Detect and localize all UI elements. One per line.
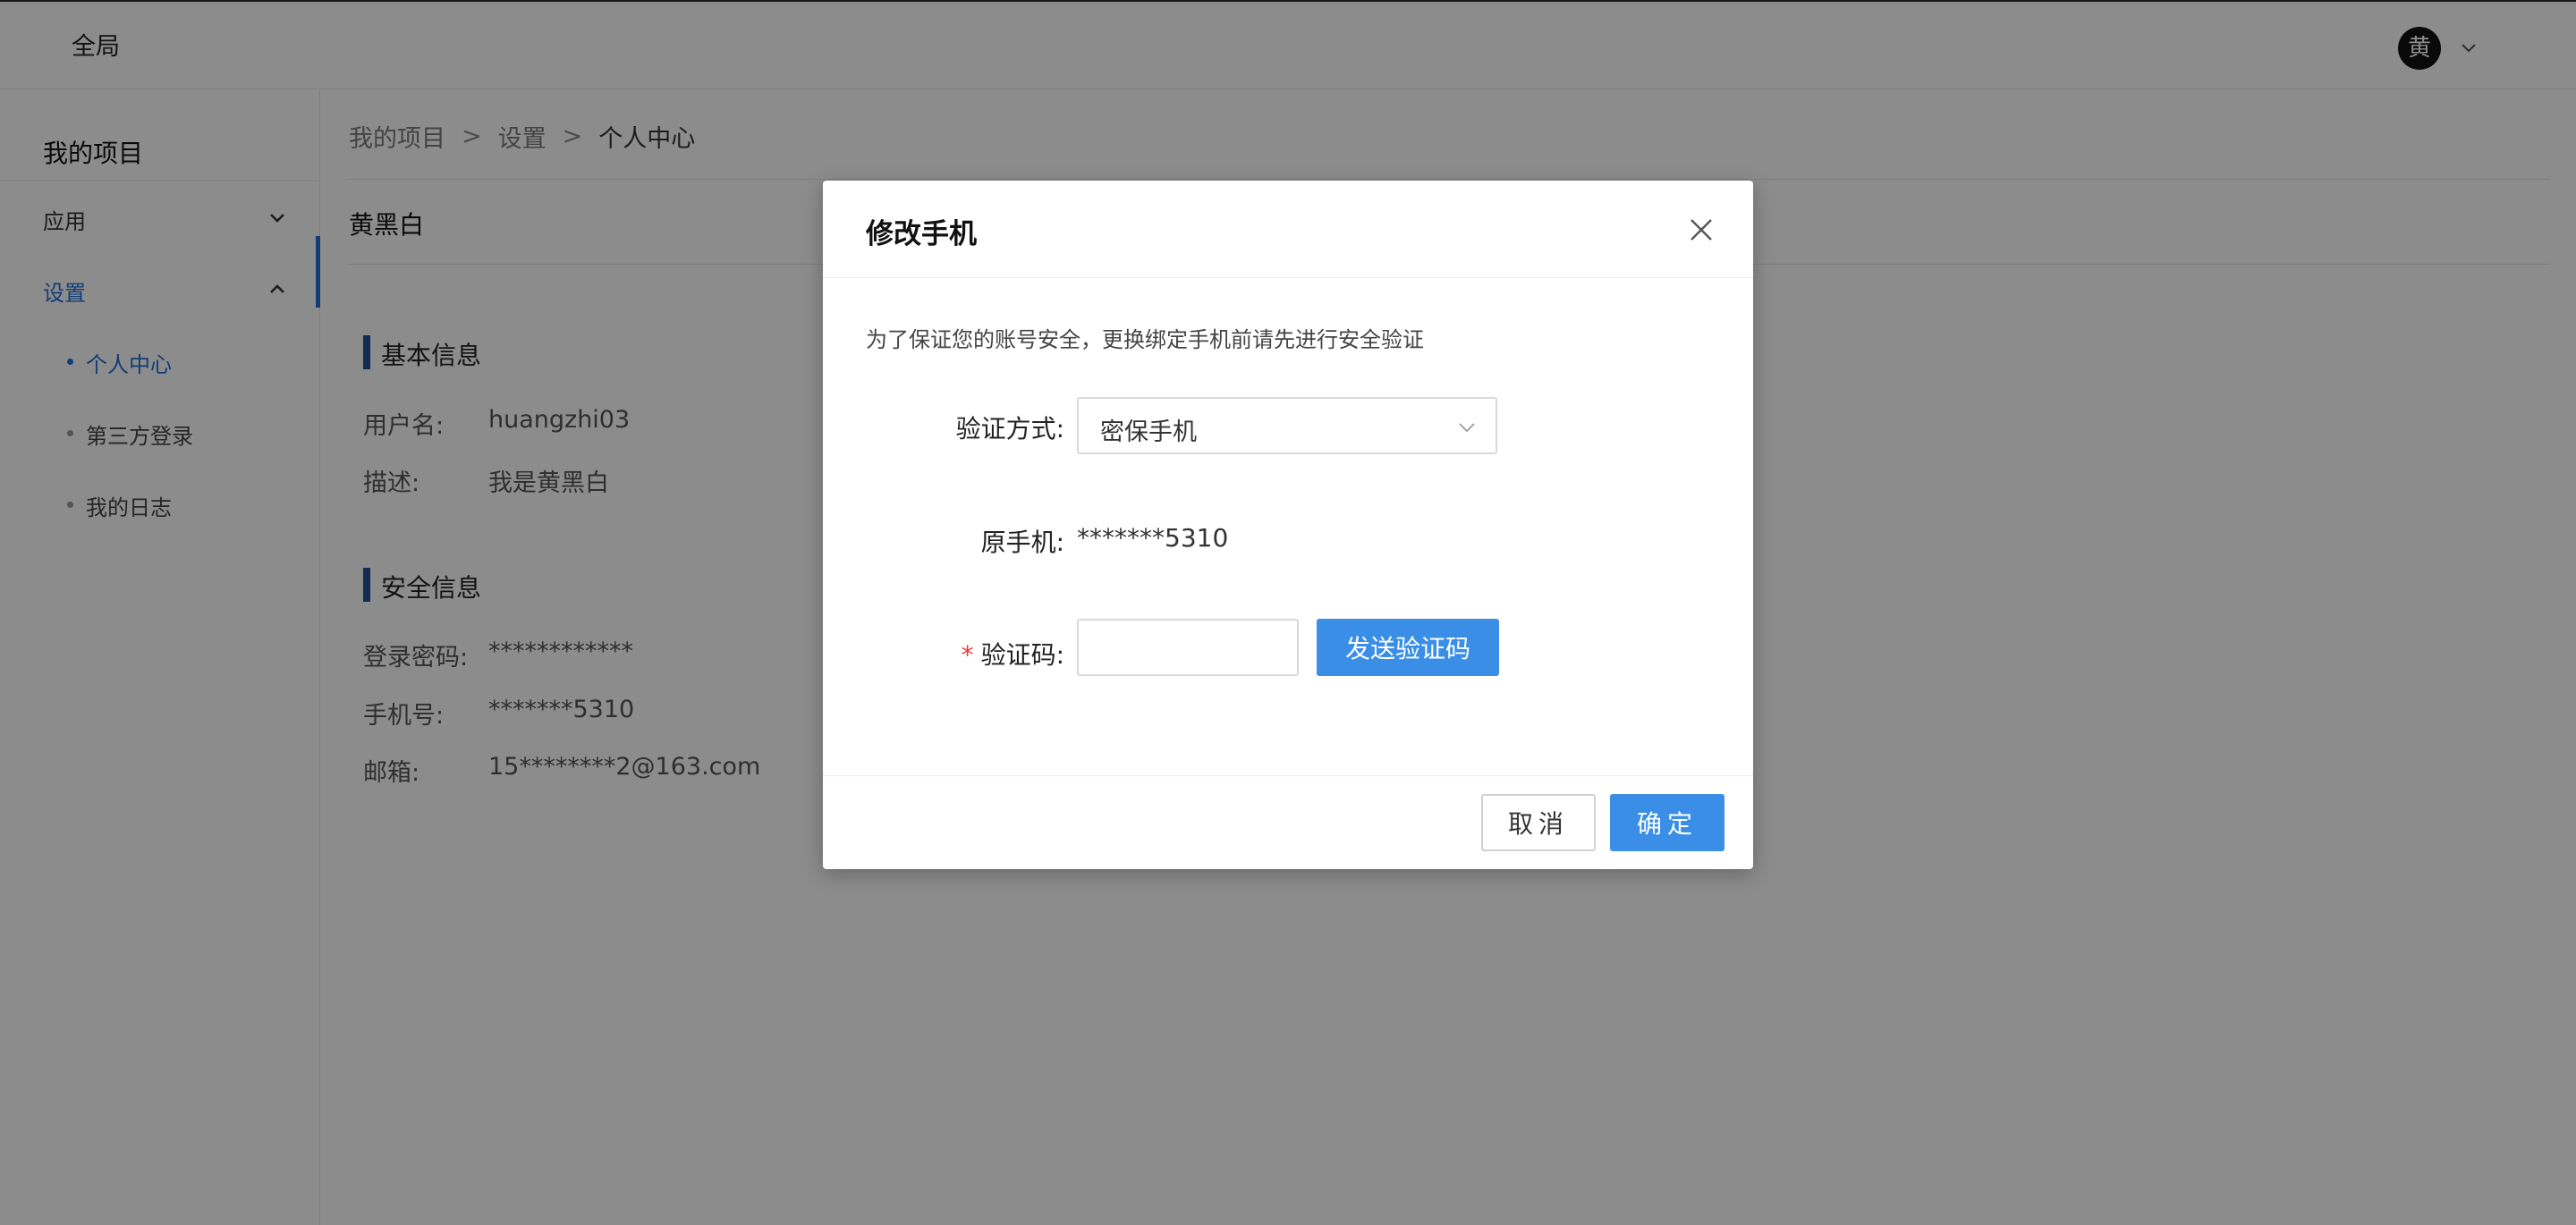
verify-method-value: 密保手机: [1100, 418, 1197, 446]
change-phone-modal: 修改手机 为了保证您的账号安全，更换绑定手机前请先进行安全验证 验证方式: 密保…: [823, 181, 1753, 869]
verification-code-input[interactable]: [1077, 619, 1299, 676]
chevron-down-icon: [1459, 423, 1475, 433]
send-code-button[interactable]: 发送验证码: [1317, 619, 1499, 676]
original-phone-value: *******5310: [1077, 523, 1229, 553]
verify-method-select[interactable]: 密保手机: [1077, 397, 1497, 454]
verification-code-label-text: 验证码:: [980, 640, 1064, 670]
divider: [823, 775, 1753, 776]
modal-title: 修改手机: [866, 218, 977, 250]
cancel-button[interactable]: 取消: [1481, 794, 1596, 851]
security-tip: 为了保证您的账号安全，更换绑定手机前请先进行安全验证: [866, 327, 1424, 352]
verification-code-label: * 验证码:: [823, 636, 1064, 672]
close-icon[interactable]: [1688, 216, 1715, 243]
required-mark: *: [961, 640, 974, 670]
original-phone-label: 原手机:: [980, 528, 1064, 557]
confirm-button[interactable]: 确定: [1610, 794, 1724, 851]
divider: [823, 277, 1753, 278]
verify-method-label: 验证方式:: [955, 414, 1064, 444]
